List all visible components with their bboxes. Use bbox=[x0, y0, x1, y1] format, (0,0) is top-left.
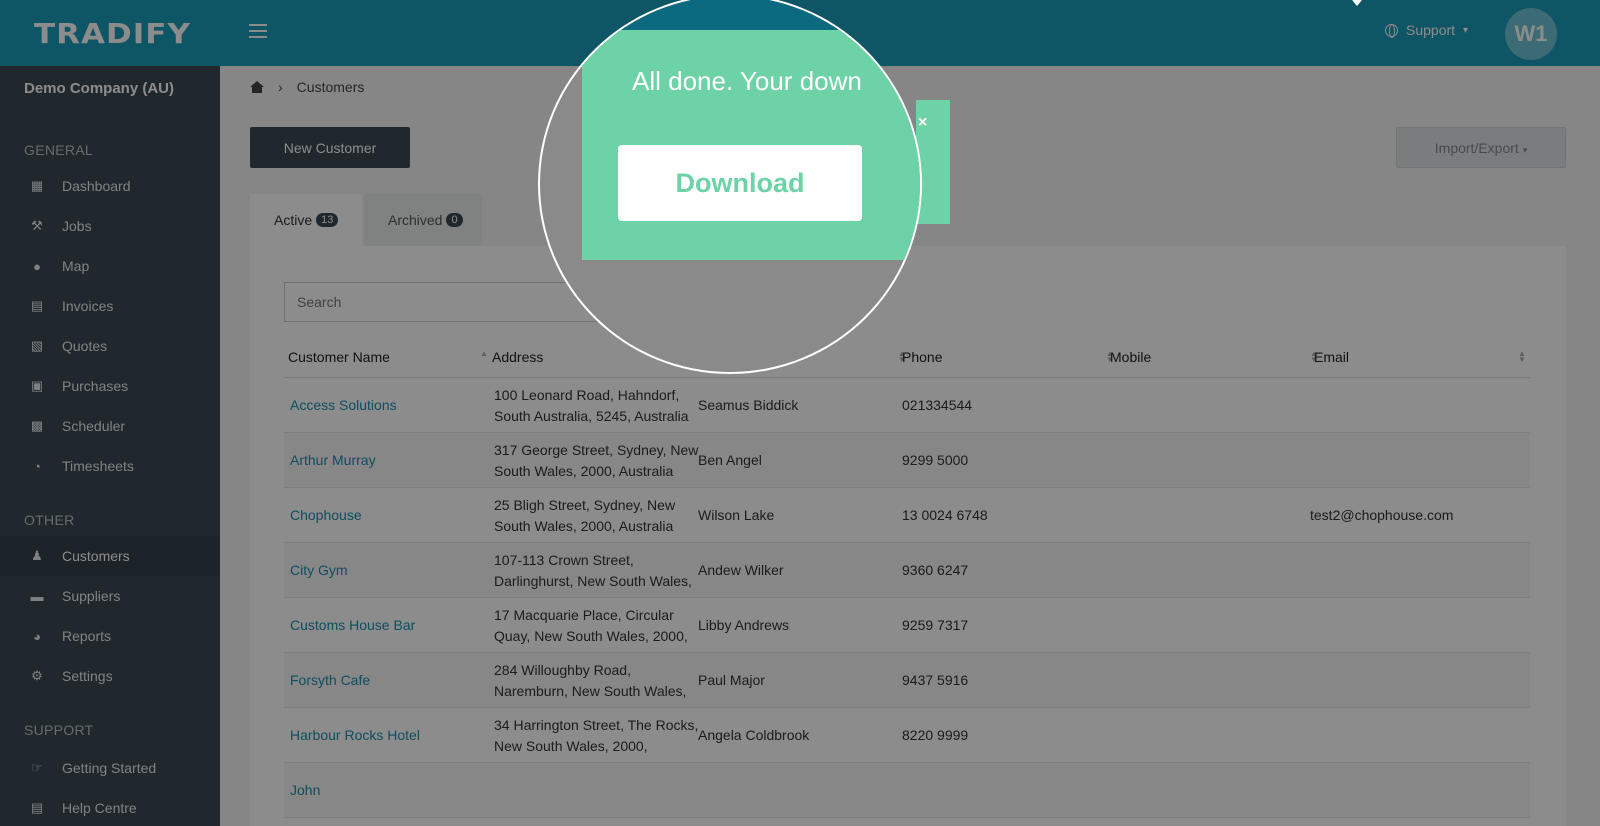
magnifier-lens: All done. Your down Download bbox=[538, 0, 922, 374]
download-button[interactable]: Download bbox=[618, 145, 862, 221]
mouse-cursor-icon bbox=[1352, 0, 1362, 6]
toast-message: All done. Your down bbox=[632, 66, 862, 96]
